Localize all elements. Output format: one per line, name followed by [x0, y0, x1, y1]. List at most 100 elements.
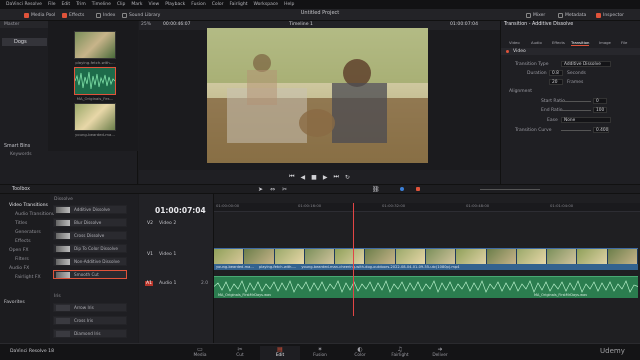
effect-smooth-cut[interactable]: Smooth Cut: [53, 270, 127, 279]
duration-frames-field[interactable]: 20: [549, 79, 563, 85]
page-cut[interactable]: ✂ Cut: [220, 346, 260, 358]
stop-icon[interactable]: ■: [311, 174, 317, 181]
audio-clip-a1[interactable]: MA_Originals_FirstMrDays.wav MA_Original…: [214, 276, 638, 298]
menu-trim[interactable]: Trim: [76, 2, 86, 7]
category-filters[interactable]: Filters: [15, 257, 29, 262]
effect-blur-dissolve[interactable]: Blur Dissolve: [53, 218, 127, 227]
category-audio-fx[interactable]: Audio FX: [9, 266, 29, 271]
menu-davinci[interactable]: DaVinci Resolve: [6, 2, 42, 7]
tab-video[interactable]: Video: [509, 40, 520, 45]
transition-type-select[interactable]: Additive Dissolve: [561, 61, 611, 67]
menu-bar: DaVinci Resolve File Edit Trim Timeline …: [0, 0, 640, 9]
category-open-fx[interactable]: Open FX: [9, 248, 29, 253]
playhead[interactable]: [353, 203, 354, 316]
video-clip-v1[interactable]: young-bearded-ma... playing-fetch-with-.…: [214, 248, 638, 270]
timeline-ruler[interactable]: 01:00:00:00 01:00:16:00 01:00:32:00 01:0…: [214, 203, 640, 212]
page-media[interactable]: ▭ Media: [180, 346, 220, 358]
keywords-label[interactable]: Keywords: [10, 152, 32, 157]
clip-name: young-bearded-man-cheering-with-dog-outd…: [301, 265, 460, 269]
page-deliver[interactable]: ➜ Deliver: [420, 346, 460, 358]
page-fusion[interactable]: ✶ Fusion: [300, 346, 340, 358]
transition-curve-field[interactable]: 0.400: [593, 127, 609, 133]
track-id-a1[interactable]: A1: [145, 281, 154, 286]
marker-icon[interactable]: [416, 187, 420, 191]
effect-arrow-iris[interactable]: Arrow Iris: [53, 303, 127, 312]
clip-thumbnail[interactable]: [74, 31, 116, 59]
transition-curve-slider[interactable]: [561, 130, 591, 131]
effect-diamond-iris[interactable]: Diamond Iris: [53, 329, 127, 338]
index-button[interactable]: Index: [96, 11, 115, 19]
track-name-v1[interactable]: Video 1: [159, 252, 176, 257]
track-name-v2[interactable]: Video 2: [159, 221, 176, 226]
end-ratio-slider[interactable]: [561, 110, 591, 111]
go-to-end-icon[interactable]: ⏭: [333, 173, 338, 181]
metadata-button[interactable]: Metadata: [558, 11, 586, 19]
inspector-button[interactable]: Inspector: [596, 11, 624, 19]
effect-cross-dissolve[interactable]: Cross Dissolve: [53, 231, 127, 240]
sound-library-button[interactable]: Sound Library: [122, 11, 160, 19]
menu-playback[interactable]: Playback: [165, 2, 185, 7]
play-reverse-icon[interactable]: ◀: [301, 174, 306, 181]
selection-tool-icon[interactable]: ➤: [258, 186, 263, 193]
category-fairlight-fx[interactable]: Fairlight FX: [15, 275, 41, 280]
menu-fusion[interactable]: Fusion: [191, 2, 205, 7]
enable-toggle-icon[interactable]: [506, 50, 509, 53]
effect-cross-iris[interactable]: Cross Iris: [53, 316, 127, 325]
menu-edit[interactable]: Edit: [61, 2, 70, 7]
play-icon[interactable]: ▶: [323, 174, 328, 181]
favorites-label[interactable]: Favorites: [4, 300, 25, 305]
effect-non-additive-dissolve[interactable]: Non-Additive Dissolve: [53, 257, 127, 266]
end-ratio-field[interactable]: 100: [593, 107, 607, 113]
menu-view[interactable]: View: [149, 2, 160, 7]
smart-bins-label[interactable]: Smart Bins: [4, 144, 30, 149]
link-icon[interactable]: ⛓: [372, 186, 380, 193]
start-ratio-slider[interactable]: [561, 101, 591, 102]
track-name-a1[interactable]: Audio 1: [159, 281, 176, 286]
blade-tool-icon[interactable]: ✂: [282, 186, 287, 193]
tab-file[interactable]: File: [621, 40, 627, 45]
ease-select[interactable]: None: [561, 117, 611, 123]
zoom-slider[interactable]: [480, 189, 540, 190]
start-ratio-field[interactable]: 0: [593, 98, 607, 104]
category-titles[interactable]: Titles: [15, 221, 27, 226]
tab-image[interactable]: Image: [599, 40, 611, 45]
category-generators[interactable]: Generators: [15, 230, 41, 235]
video-frame[interactable]: [207, 28, 428, 163]
go-to-start-icon[interactable]: ⏮: [289, 173, 294, 181]
timeline-name[interactable]: Timeline 1: [289, 22, 313, 27]
page-color[interactable]: ◐ Color: [340, 346, 380, 358]
category-effects[interactable]: Effects: [15, 239, 31, 244]
transport-controls: ⏮ ◀ ■ ▶ ⏭ ↻: [139, 170, 500, 184]
tab-transition[interactable]: Transition: [571, 40, 590, 46]
effects-button[interactable]: Effects: [62, 11, 84, 19]
trim-tool-icon[interactable]: ⇔: [270, 186, 275, 193]
menu-clip[interactable]: Clip: [117, 2, 126, 7]
menu-color[interactable]: Color: [212, 2, 224, 7]
effect-additive-dissolve[interactable]: Additive Dissolve: [53, 205, 127, 214]
media-pool-button[interactable]: Media Pool: [24, 11, 55, 19]
zoom-level[interactable]: 25%: [141, 22, 151, 27]
clip-name: young-bearded-ma...: [216, 265, 254, 269]
menu-file[interactable]: File: [48, 2, 56, 7]
menu-fairlight[interactable]: Fairlight: [229, 2, 247, 7]
flag-icon[interactable]: [400, 187, 404, 191]
bin-dogs[interactable]: Dogs: [2, 38, 47, 46]
tab-audio[interactable]: Audio: [531, 40, 542, 45]
duration-seconds-field[interactable]: 0.8: [549, 70, 563, 76]
loop-icon[interactable]: ↻: [345, 174, 350, 181]
video-section-header[interactable]: Video: [501, 48, 640, 55]
menu-help[interactable]: Help: [284, 2, 294, 7]
page-fairlight[interactable]: ♫ Fairlight: [380, 346, 420, 358]
clip-thumbnail[interactable]: [74, 103, 116, 131]
mixer-button[interactable]: Mixer: [526, 11, 545, 19]
toolbox-label[interactable]: Toolbox: [12, 187, 30, 192]
menu-workspace[interactable]: Workspace: [253, 2, 278, 7]
page-edit[interactable]: ▤ Edit: [260, 346, 300, 360]
menu-mark[interactable]: Mark: [131, 2, 142, 7]
category-audio-transitions[interactable]: Audio Transitions: [15, 212, 54, 217]
tab-effects[interactable]: Effects: [552, 40, 565, 45]
effect-dip-to-color-dissolve[interactable]: Dip To Color Dissolve: [53, 244, 127, 253]
category-video-transitions[interactable]: Video Transitions: [9, 203, 48, 208]
audio-clip-thumbnail[interactable]: [74, 67, 116, 95]
menu-timeline[interactable]: Timeline: [92, 2, 111, 7]
